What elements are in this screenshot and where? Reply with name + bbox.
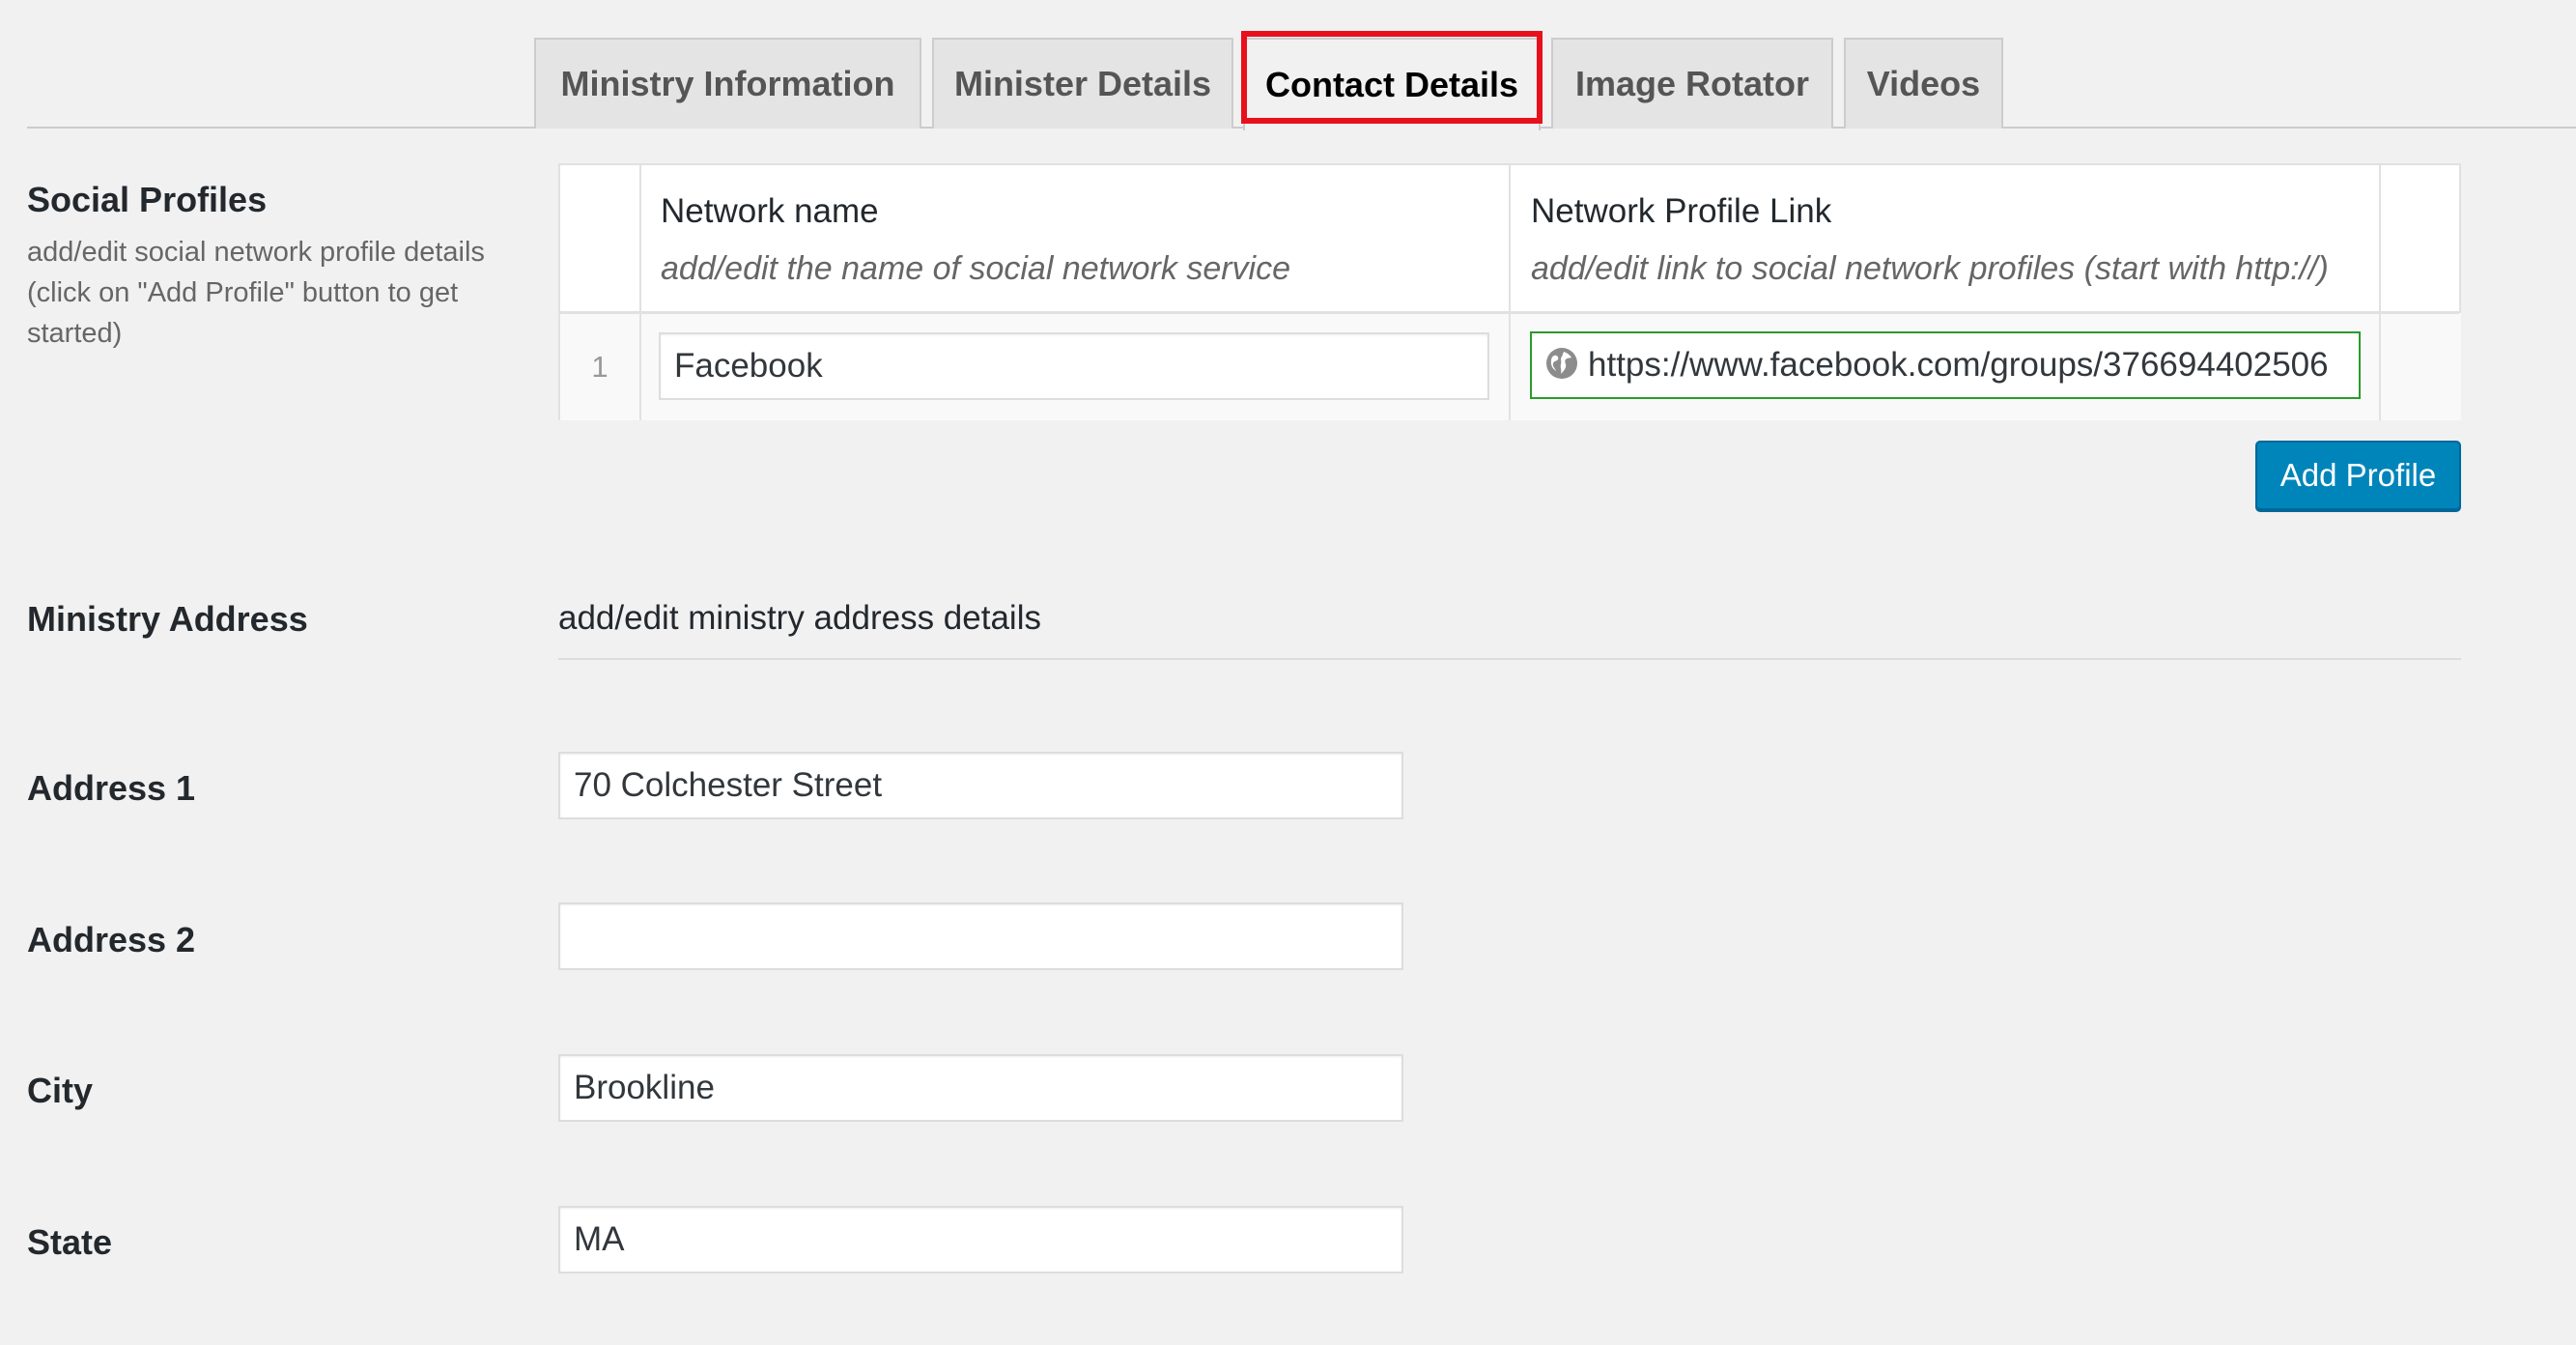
tab-label: Minister Details xyxy=(953,64,1212,103)
address-1-label: Address 1 xyxy=(27,768,196,808)
column-title-profile-link: Network Profile Link xyxy=(1531,192,1832,230)
profile-link-field[interactable] xyxy=(1530,331,2361,399)
ministry-address-description: add/edit ministry address details xyxy=(558,599,1041,637)
column-desc-network-name: add/edit the name of social network serv… xyxy=(661,250,1291,287)
city-label: City xyxy=(27,1071,94,1110)
tab-minister-details[interactable]: Minister Details xyxy=(932,38,1233,129)
state-input[interactable] xyxy=(558,1206,1403,1273)
city-input[interactable] xyxy=(558,1054,1403,1122)
section-divider xyxy=(558,658,2461,660)
tab-ministry-information[interactable]: Ministry Information xyxy=(534,38,921,129)
row-number: 1 xyxy=(591,349,609,384)
column-divider xyxy=(639,165,641,420)
column-divider xyxy=(2379,165,2381,420)
ministry-address-label: Ministry Address xyxy=(27,599,308,639)
add-profile-button[interactable]: Add Profile xyxy=(2255,441,2461,510)
tab-label: Videos xyxy=(1866,64,1981,103)
network-name-input[interactable] xyxy=(659,332,1489,400)
address-2-label: Address 2 xyxy=(27,920,196,959)
address-2-input[interactable] xyxy=(558,902,1403,970)
social-profiles-description: add/edit social network profile details … xyxy=(27,237,485,349)
tab-contact-details[interactable]: Contact Details xyxy=(1243,38,1541,130)
column-divider xyxy=(1509,165,1511,420)
address-1-input[interactable] xyxy=(558,752,1403,819)
column-desc-profile-link: add/edit link to social network profiles… xyxy=(1531,250,2329,287)
tab-label: Ministry Information xyxy=(560,64,895,103)
tab-image-rotator[interactable]: Image Rotator xyxy=(1551,38,1833,129)
profile-link-input[interactable] xyxy=(1588,346,2359,385)
tab-label: Contact Details xyxy=(1264,65,1519,104)
social-profiles-label: Social Profiles xyxy=(27,180,268,219)
row-divider xyxy=(560,312,2459,314)
tab-videos[interactable]: Videos xyxy=(1844,38,2003,129)
globe-icon xyxy=(1545,347,1578,385)
row-actions-cell xyxy=(2381,313,2461,420)
contact-details-page: Ministry Information Minister Details Co… xyxy=(0,0,2576,1345)
state-label: State xyxy=(27,1222,113,1262)
tab-label: Image Rotator xyxy=(1574,64,1810,103)
column-title-network-name: Network name xyxy=(661,192,879,230)
